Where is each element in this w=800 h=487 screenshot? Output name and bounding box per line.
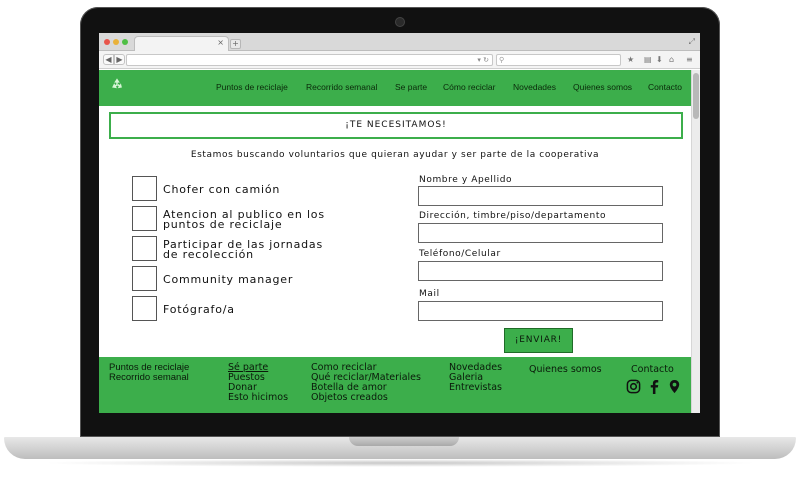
name-label: Nombre y Apellido bbox=[419, 175, 513, 185]
footer-col-novedades: Novedades Galeria Entrevistas bbox=[449, 363, 502, 393]
footer-link-recorrido[interactable]: Recorrido semanal bbox=[109, 373, 189, 383]
site-logo[interactable]: ​ ​ bbox=[110, 76, 130, 102]
footer-col-reciclaje: Puntos de reciclaje Recorrido semanal bbox=[109, 363, 189, 383]
option-checkbox-community[interactable] bbox=[132, 266, 157, 291]
facebook-icon[interactable] bbox=[647, 379, 662, 394]
footer-link-entrevistas[interactable]: Entrevistas bbox=[449, 383, 502, 393]
address-field[interactable] bbox=[418, 223, 663, 243]
site-header: ​ ​ Puntos de reciclaje Recorrido semana… bbox=[99, 70, 691, 106]
screen: × + ⤢ ◀ ▶ ▾ ↻ ⚲ ★ ▤ ⬇ ⌂ ≡ ​ ​ Puntos de bbox=[99, 33, 700, 413]
option-label-chofer: Chofer con camión bbox=[163, 183, 281, 196]
search-icon: ⚲ bbox=[499, 56, 505, 64]
option-label-atencion: Atencion al publico en los puntos de rec… bbox=[163, 208, 325, 231]
laptop-shadow bbox=[40, 459, 760, 467]
footer-col-quienes: Quienes somos bbox=[529, 365, 602, 375]
logo-caption-2: ​ bbox=[110, 98, 130, 101]
page-scrollbar[interactable] bbox=[691, 70, 700, 413]
option-checkbox-jornadas[interactable] bbox=[132, 236, 157, 261]
instagram-icon[interactable] bbox=[626, 379, 641, 394]
close-window-button[interactable] bbox=[104, 39, 110, 45]
footer-link-esto-hicimos[interactable]: Esto hicimos bbox=[228, 393, 288, 403]
mail-field[interactable] bbox=[418, 301, 663, 321]
laptop-base bbox=[4, 437, 796, 459]
option-checkbox-atencion[interactable] bbox=[132, 206, 157, 231]
location-pin-icon[interactable] bbox=[667, 379, 682, 394]
phone-field[interactable] bbox=[418, 261, 663, 281]
site-footer: Puntos de reciclaje Recorrido semanal Sé… bbox=[99, 357, 691, 413]
nav-se-parte[interactable]: Se parte bbox=[395, 82, 427, 92]
option-checkbox-chofer[interactable] bbox=[132, 176, 157, 201]
footer-link-objetos[interactable]: Objetos creados bbox=[311, 393, 421, 403]
nav-recorrido-semanal[interactable]: Recorrido semanal bbox=[306, 82, 377, 92]
address-label: Dirección, timbre/piso/departamento bbox=[419, 211, 607, 221]
back-button[interactable]: ◀ bbox=[103, 54, 114, 65]
footer-col-reciclar: Como reciclar Qué reciclar/Materiales Bo… bbox=[311, 363, 421, 403]
browser-toolbar: ◀ ▶ ▾ ↻ ⚲ ★ ▤ ⬇ ⌂ ≡ bbox=[99, 51, 700, 69]
new-tab-button[interactable]: + bbox=[230, 39, 241, 49]
nav-contacto[interactable]: Contacto bbox=[648, 82, 682, 92]
laptop-base-notch bbox=[349, 437, 459, 446]
intro-text: Estamos buscando voluntarios que quieran… bbox=[190, 150, 600, 160]
footer-link-contacto[interactable]: Contacto bbox=[631, 365, 674, 375]
footer-col-contacto: Contacto bbox=[631, 365, 674, 375]
fullscreen-icon[interactable]: ⤢ bbox=[689, 37, 695, 47]
url-input[interactable]: ▾ ↻ bbox=[126, 54, 493, 66]
bookmark-star-icon[interactable]: ★ bbox=[627, 55, 634, 65]
phone-label: Teléfono/Celular bbox=[419, 249, 501, 259]
recycle-logo-icon bbox=[112, 78, 122, 89]
forward-button[interactable]: ▶ bbox=[114, 54, 125, 65]
option-label-jornadas: Participar de las jornadas de recolecció… bbox=[163, 238, 323, 261]
nav-novedades[interactable]: Novedades bbox=[513, 82, 556, 92]
download-icon[interactable]: ⬇ bbox=[656, 55, 663, 65]
minimize-window-button[interactable] bbox=[113, 39, 119, 45]
tab-close-icon[interactable]: × bbox=[217, 38, 224, 48]
browser-tab-bar: × + ⤢ bbox=[99, 33, 700, 51]
reload-icon[interactable]: ▾ ↻ bbox=[477, 55, 489, 66]
footer-link-quienes-somos[interactable]: Quienes somos bbox=[529, 365, 602, 375]
option-label-fotografo: Fotógrafo/a bbox=[163, 303, 235, 316]
option-label-community: Community manager bbox=[163, 273, 294, 286]
scrollbar-thumb[interactable] bbox=[693, 73, 699, 119]
maximize-window-button[interactable] bbox=[122, 39, 128, 45]
option-checkbox-fotografo[interactable] bbox=[132, 296, 157, 321]
webcam bbox=[396, 18, 404, 26]
browser-tab[interactable]: × bbox=[134, 36, 229, 51]
nav-quienes-somos[interactable]: Quienes somos bbox=[573, 82, 632, 92]
name-field[interactable] bbox=[418, 186, 663, 206]
footer-col-se-parte: Sé parte Puestos Donar Esto hicimos bbox=[228, 363, 288, 403]
home-icon[interactable]: ⌂ bbox=[669, 55, 674, 65]
search-input[interactable]: ⚲ bbox=[496, 54, 621, 66]
submit-button[interactable]: ¡ENVIAR! bbox=[504, 328, 573, 353]
nav-como-reciclar[interactable]: Cómo reciclar bbox=[443, 82, 495, 92]
mail-label: Mail bbox=[419, 289, 440, 299]
banner-heading: ¡TE NECESITAMOS! bbox=[109, 112, 683, 139]
nav-puntos-de-reciclaje[interactable]: Puntos de reciclaje bbox=[216, 82, 288, 92]
reading-list-icon[interactable]: ▤ bbox=[644, 55, 652, 65]
menu-icon[interactable]: ≡ bbox=[686, 55, 693, 65]
